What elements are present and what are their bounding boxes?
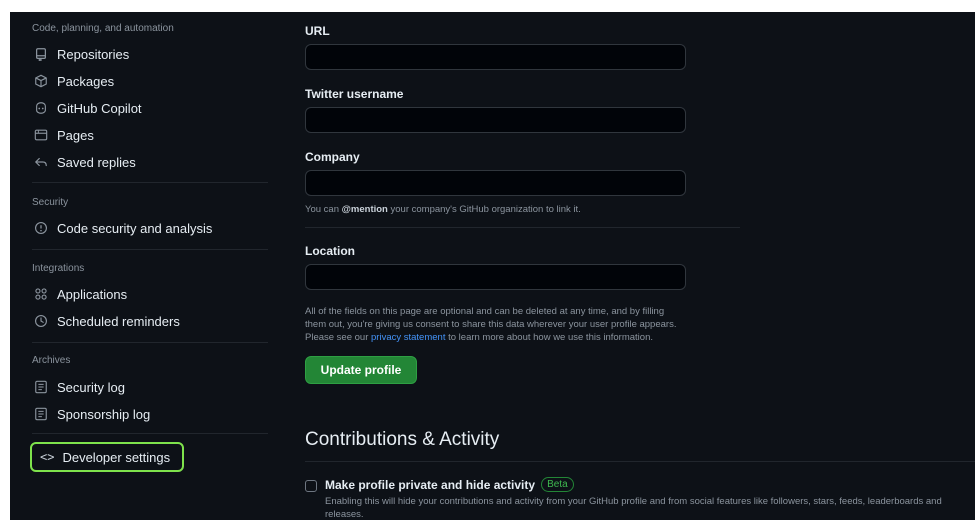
- private-profile-description: Enabling this will hide your contributio…: [325, 496, 942, 520]
- settings-screen: Code, planning, and automation Repositor…: [10, 12, 975, 520]
- copilot-icon: [34, 101, 48, 115]
- group-title-archives: Archives: [32, 355, 71, 366]
- sidebar-item-pages[interactable]: Pages: [28, 122, 268, 148]
- code-icon: <>: [40, 450, 55, 464]
- company-label: Company: [305, 150, 360, 164]
- sidebar-item-label: Scheduled reminders: [57, 313, 180, 329]
- group-title-code-planning: Code, planning, and automation: [32, 23, 174, 34]
- sidebar-item-scheduled-reminders[interactable]: Scheduled reminders: [28, 308, 268, 334]
- sidebar-item-saved-replies[interactable]: Saved replies: [28, 149, 268, 175]
- repo-icon: [34, 47, 48, 61]
- sidebar-item-security-log[interactable]: Security log: [28, 374, 268, 400]
- sidebar-divider: [32, 433, 268, 434]
- sidebar-item-applications[interactable]: Applications: [28, 281, 268, 307]
- location-input[interactable]: [305, 264, 686, 290]
- log-icon: [34, 407, 48, 421]
- sidebar-item-label: Developer settings: [62, 449, 171, 465]
- sidebar-item-label: Sponsorship log: [57, 406, 151, 422]
- mention-text: @mention: [341, 204, 388, 215]
- twitter-username-input[interactable]: [305, 107, 686, 133]
- privacy-statement-link[interactable]: privacy statement: [371, 332, 445, 343]
- log-icon: [34, 380, 48, 394]
- apps-icon: [34, 287, 48, 301]
- company-input[interactable]: [305, 170, 686, 196]
- sidebar-item-label: Applications: [57, 286, 128, 302]
- beta-badge: Beta: [541, 477, 574, 492]
- settings-sidebar: Code, planning, and automation Repositor…: [10, 12, 278, 520]
- url-label: URL: [305, 24, 330, 38]
- browser-icon: [34, 128, 48, 142]
- sidebar-item-label: GitHub Copilot: [57, 100, 142, 116]
- clock-icon: [34, 314, 48, 328]
- group-title-integrations: Integrations: [32, 263, 85, 274]
- twitter-label: Twitter username: [305, 87, 404, 101]
- private-profile-checkbox[interactable]: [305, 480, 317, 492]
- url-input[interactable]: [305, 44, 686, 70]
- sidebar-item-label: Pages: [57, 127, 94, 143]
- form-divider: [305, 227, 740, 228]
- private-profile-label[interactable]: Make profile private and hide activity B…: [325, 477, 574, 492]
- section-divider: [305, 461, 975, 462]
- location-label: Location: [305, 244, 355, 258]
- reply-icon: [34, 155, 48, 169]
- sidebar-item-github-copilot[interactable]: GitHub Copilot: [28, 95, 268, 121]
- update-profile-button[interactable]: Update profile: [305, 356, 417, 384]
- sidebar-item-label: Security log: [57, 379, 125, 395]
- group-title-security: Security: [32, 197, 69, 208]
- company-note: You can @mention your company's GitHub o…: [305, 204, 581, 215]
- profile-form: URL Twitter username Company You can @me…: [305, 12, 975, 520]
- privacy-disclaimer: All of the fields on this page are optio…: [305, 306, 677, 343]
- sidebar-item-label: Saved replies: [57, 154, 136, 170]
- sidebar-divider: [32, 342, 268, 343]
- sidebar-item-label: Repositories: [57, 46, 130, 62]
- sidebar-item-repositories[interactable]: Repositories: [28, 41, 268, 67]
- sidebar-divider: [32, 249, 268, 250]
- sidebar-item-sponsorship-log[interactable]: Sponsorship log: [28, 401, 268, 427]
- contributions-heading: Contributions & Activity: [305, 429, 500, 450]
- shield-icon: [34, 221, 48, 235]
- sidebar-item-label: Code security and analysis: [57, 220, 213, 236]
- sidebar-item-developer-settings[interactable]: <> Developer settings: [30, 442, 184, 472]
- sidebar-item-code-security[interactable]: Code security and analysis: [28, 215, 268, 241]
- sidebar-item-packages[interactable]: Packages: [28, 68, 268, 94]
- sidebar-item-label: Packages: [57, 73, 115, 89]
- sidebar-divider: [32, 182, 268, 183]
- package-icon: [34, 74, 48, 88]
